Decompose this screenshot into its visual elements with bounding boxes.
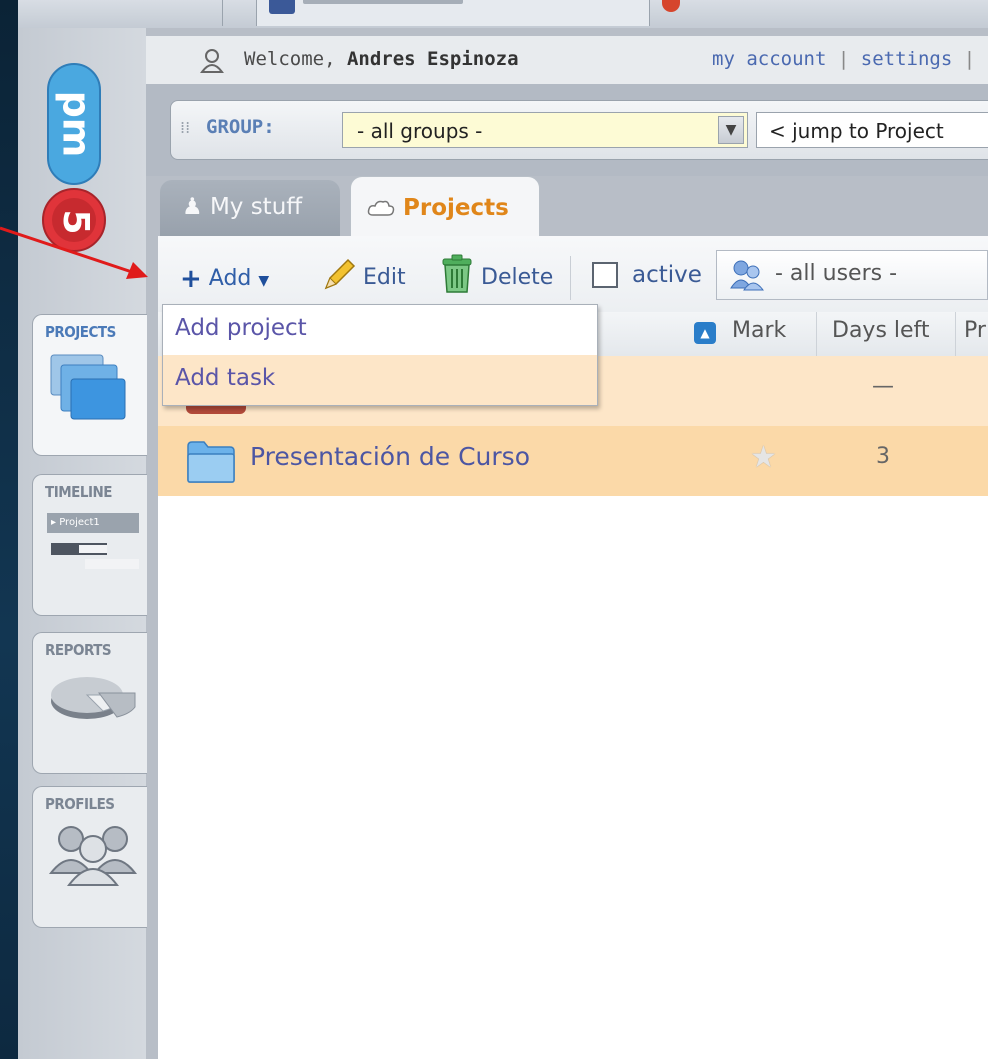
browser-tab[interactable]: [158, 0, 223, 26]
days-left-cell: —: [872, 374, 894, 399]
add-menu-dropdown: Add project Add task: [162, 304, 598, 406]
cloud-icon: [367, 200, 395, 216]
edit-button-label: Edit: [363, 265, 406, 290]
caret-down-icon: ▼: [258, 273, 270, 289]
users-icon: [730, 260, 764, 291]
sidebar-item-label: REPORTS: [45, 641, 112, 659]
menu-item-label: Add task: [175, 365, 276, 391]
drag-grip-icon[interactable]: ⁞⁞: [180, 118, 190, 137]
group-label: GROUP:: [206, 116, 275, 138]
pencil-icon: [324, 258, 356, 290]
tab-projects[interactable]: Projects: [350, 176, 540, 237]
link-separator: |: [963, 48, 976, 70]
tab-my-stuff[interactable]: ♟ My stuff: [160, 180, 340, 236]
sidebar-item-reports[interactable]: REPORTS: [32, 632, 147, 774]
menu-item-label: Add project: [175, 315, 307, 341]
users-select-value: - all users -: [775, 261, 898, 286]
pie-chart-icon: [51, 677, 136, 719]
sidebar-item-label: PROFILES: [45, 795, 115, 813]
column-header-days-left[interactable]: Days left: [832, 318, 930, 343]
table-row[interactable]: Presentación de Curso ★ 3: [158, 426, 988, 496]
group-select-value: - all groups -: [357, 119, 483, 143]
group-select[interactable]: - all groups - ▼: [342, 112, 748, 148]
sidebar-item-projects[interactable]: PROJECTS: [32, 314, 147, 456]
browser-tab-strip: [18, 0, 988, 29]
user-icon: [200, 49, 224, 73]
facebook-icon: [269, 0, 295, 14]
site-favicon-icon: [662, 0, 680, 12]
gantt-project-label: ▸ Project1: [47, 513, 139, 533]
gantt-icon: ▸ Project1: [47, 509, 139, 569]
account-links: my account | settings |: [712, 48, 975, 70]
settings-link[interactable]: settings: [861, 48, 953, 70]
annotation-arrow: [0, 226, 148, 279]
users-select[interactable]: - all users -: [716, 250, 988, 300]
edit-button[interactable]: Edit: [322, 258, 406, 292]
my-account-link[interactable]: my account: [712, 48, 826, 70]
welcome-message: Welcome, Andres Espinoza: [244, 48, 519, 70]
folder-icon: [187, 441, 235, 483]
welcome-prefix: Welcome,: [244, 48, 336, 70]
person-icon: ♟: [182, 194, 203, 220]
sidebar-item-label: TIMELINE: [45, 483, 113, 501]
browser-tab-facebook[interactable]: [256, 0, 650, 26]
browser-tab-title: [303, 0, 463, 4]
link-separator: |: [837, 48, 850, 70]
trash-icon: [442, 254, 472, 293]
sidebar-item-label: PROJECTS: [45, 323, 116, 341]
sidebar-item-profiles[interactable]: PROFILES: [32, 786, 147, 928]
active-checkbox[interactable]: [592, 262, 618, 288]
menu-item-add-project[interactable]: Add project: [163, 305, 597, 355]
add-button-label: Add: [208, 266, 252, 291]
column-header-pr[interactable]: Pr: [964, 318, 986, 343]
project-name-link[interactable]: Presentación de Curso: [250, 442, 530, 471]
days-left-cell: 3: [876, 444, 890, 469]
add-button[interactable]: + Add ▼: [180, 262, 270, 294]
menu-item-add-task[interactable]: Add task: [163, 355, 597, 405]
browser-tab-active[interactable]: [654, 0, 988, 26]
delete-button-label: Delete: [481, 265, 554, 290]
jump-select-value: < jump to Project: [769, 119, 944, 143]
column-divider: [955, 312, 956, 356]
delete-button[interactable]: Delete: [440, 254, 553, 294]
tab-my-stuff-label: ♟ My stuff: [182, 194, 302, 220]
tab-label: Projects: [403, 195, 509, 221]
star-icon[interactable]: ★: [750, 440, 777, 475]
active-label: active: [632, 262, 702, 288]
folders-icon: [50, 354, 126, 420]
people-icon: [48, 826, 138, 886]
toolbar-divider: [570, 256, 571, 300]
sidebar-item-timeline[interactable]: TIMELINE ▸ Project1: [32, 474, 147, 616]
chevron-down-icon[interactable]: ▼: [718, 116, 744, 144]
tab-projects-label: Projects: [367, 195, 509, 221]
column-divider: [816, 312, 817, 356]
plus-icon: +: [180, 264, 202, 294]
jump-to-project-select[interactable]: < jump to Project: [756, 112, 988, 148]
user-name: Andres Espinoza: [346, 48, 519, 70]
sort-up-icon[interactable]: ▲: [694, 322, 716, 344]
column-header-mark[interactable]: Mark: [732, 318, 786, 343]
tab-label: My stuff: [209, 194, 303, 220]
